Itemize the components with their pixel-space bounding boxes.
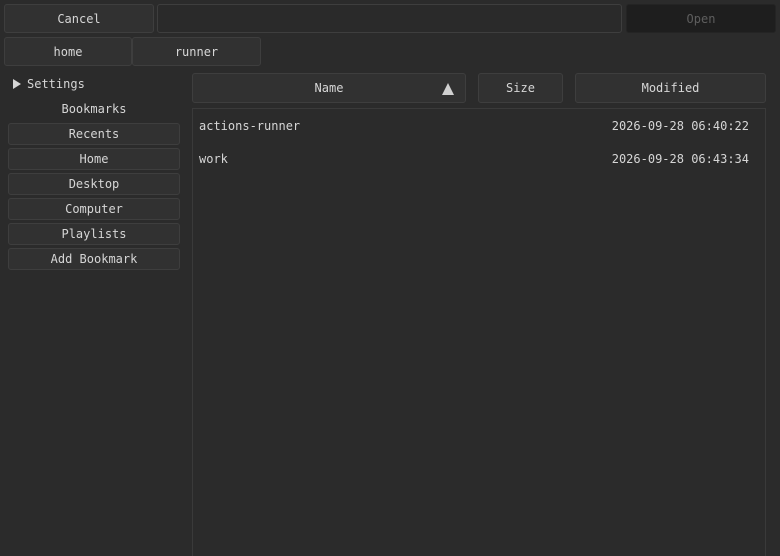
sidebar-item-recents[interactable]: Recents xyxy=(8,123,180,145)
bookmarks-title: Bookmarks xyxy=(61,102,127,116)
column-header-name[interactable]: Name xyxy=(192,73,466,103)
file-modified: 2026-09-28 06:40:22 xyxy=(611,119,749,133)
column-header-size[interactable]: Size xyxy=(478,73,563,103)
file-name: work xyxy=(199,152,228,166)
breadcrumb-home[interactable]: home xyxy=(4,37,132,66)
sidebar-item-computer[interactable]: Computer xyxy=(8,198,180,220)
file-dialog: Cancel Open home runner Settings Bookmar… xyxy=(0,0,780,556)
open-button[interactable]: Open xyxy=(626,4,776,33)
settings-label: Settings xyxy=(27,77,85,91)
file-name: actions-runner xyxy=(199,119,301,133)
file-row[interactable]: work 2026-09-28 06:43:34 xyxy=(193,148,765,170)
expand-arrow-icon xyxy=(13,79,21,89)
file-row[interactable]: actions-runner 2026-09-28 06:40:22 xyxy=(193,115,765,137)
sidebar-item-desktop[interactable]: Desktop xyxy=(8,173,180,195)
path-input[interactable] xyxy=(157,4,622,33)
add-bookmark-button[interactable]: Add Bookmark xyxy=(8,248,180,270)
column-header-name-label: Name xyxy=(314,81,344,95)
file-list: actions-runner 2026-09-28 06:40:22 work … xyxy=(192,108,766,556)
sort-ascending-icon xyxy=(442,83,454,95)
cancel-button[interactable]: Cancel xyxy=(4,4,154,33)
column-header-modified[interactable]: Modified xyxy=(575,73,766,103)
file-modified: 2026-09-28 06:43:34 xyxy=(611,152,749,166)
sidebar-item-home[interactable]: Home xyxy=(8,148,180,170)
settings-toggle[interactable]: Settings xyxy=(13,76,85,92)
sidebar-item-playlists[interactable]: Playlists xyxy=(8,223,180,245)
breadcrumb-runner[interactable]: runner xyxy=(132,37,261,66)
